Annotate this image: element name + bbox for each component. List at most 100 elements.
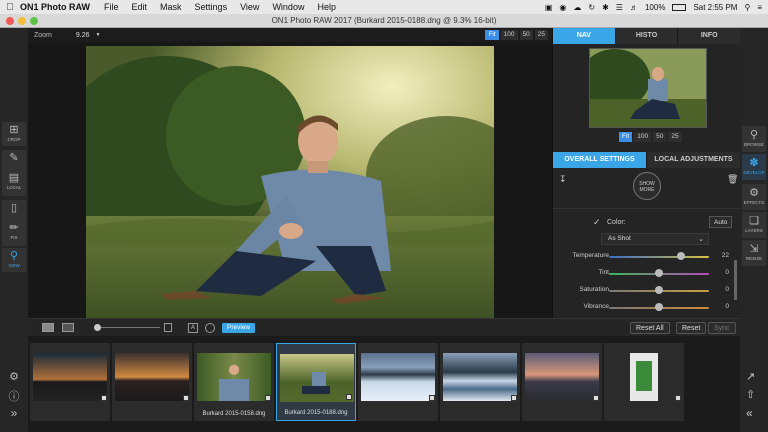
zoom-25-button[interactable]: 25 <box>534 30 548 40</box>
wifi-icon[interactable]: ☰ <box>616 3 623 12</box>
image-canvas[interactable] <box>28 42 552 318</box>
menu-file[interactable]: File <box>104 2 119 12</box>
edited-badge-icon <box>346 394 352 400</box>
zoom-label: Zoom <box>34 31 52 39</box>
module-browse[interactable]: ⚲ BROWSE <box>742 126 766 152</box>
filmstrip-view-icon[interactable] <box>62 323 74 332</box>
tab-info[interactable]: INFO <box>678 28 742 44</box>
tint-knob[interactable] <box>655 269 663 277</box>
filmstrip-thumb[interactable] <box>522 343 602 421</box>
sync-icon[interactable]: ↻ <box>588 3 595 12</box>
single-view-icon[interactable] <box>42 323 54 332</box>
collapse-panel-icon[interactable]: « <box>746 406 753 420</box>
tool-brush[interactable]: ✎ <box>2 152 26 174</box>
auto-a-button[interactable]: A <box>188 323 198 333</box>
filmstrip-thumb[interactable] <box>30 343 110 421</box>
navigator-preview[interactable] <box>589 48 707 128</box>
thumb-caption: Burkard 2015-0158.dng <box>202 411 266 417</box>
zoom-100-button[interactable]: 100 <box>500 30 518 40</box>
panel-scrollbar[interactable] <box>734 260 737 300</box>
white-balance-select[interactable]: As Shot ⌄ <box>601 233 709 245</box>
filmstrip-thumb[interactable] <box>112 343 192 421</box>
menu-list-icon[interactable]: ≡ <box>757 3 762 12</box>
compare-circle-icon[interactable] <box>205 323 215 333</box>
tool-fix[interactable]: ✏ FIX <box>2 222 26 244</box>
clock[interactable]: Sat 2:55 PM <box>693 3 737 12</box>
zoom-window-button[interactable] <box>30 17 38 25</box>
filmstrip-thumb[interactable] <box>358 343 438 421</box>
bluetooth-icon[interactable]: ✱ <box>602 3 609 12</box>
tool-crop[interactable]: ⊞ CROP <box>2 124 26 146</box>
tint-slider[interactable]: Tint 0 <box>553 266 741 280</box>
sync-button[interactable]: Sync <box>708 322 736 334</box>
window-title: ON1 Photo RAW 2017 (Burkard 2015-0188.dn… <box>271 16 497 25</box>
zoom-fit-button[interactable]: Fit <box>485 30 499 40</box>
edited-badge-icon <box>101 395 107 401</box>
temperature-knob[interactable] <box>677 252 685 260</box>
main-photo[interactable] <box>86 46 494 318</box>
search-icon[interactable]: ⚲ <box>744 3 750 12</box>
trash-icon[interactable]: 🗑 <box>727 174 738 185</box>
module-resize[interactable]: ⇲ RESIZE <box>742 240 766 266</box>
apple-icon[interactable]:  <box>0 2 20 13</box>
menu-view[interactable]: View <box>240 2 259 12</box>
nav-50-button[interactable]: 50 <box>653 132 667 142</box>
menu-edit[interactable]: Edit <box>132 2 148 12</box>
divider <box>553 208 741 209</box>
share-icon[interactable]: ⇧ <box>746 388 755 401</box>
menu-mask[interactable]: Mask <box>160 2 182 12</box>
thumbnail-size-slider[interactable] <box>94 327 160 328</box>
minimize-window-button[interactable] <box>18 17 26 25</box>
reset-all-button[interactable]: Reset All <box>630 322 670 334</box>
filmstrip-thumb[interactable] <box>604 343 684 421</box>
battery-icon[interactable] <box>672 3 687 11</box>
camera-icon[interactable]: ▣ <box>545 3 553 12</box>
preview-button[interactable]: Preview <box>222 323 256 333</box>
vibrance-slider[interactable]: Vibrance 0 <box>553 300 741 314</box>
nav-100-button[interactable]: 100 <box>634 132 652 142</box>
cloud-icon[interactable]: ☁ <box>573 3 581 12</box>
vibrance-knob[interactable] <box>655 303 663 311</box>
large-thumb-icon[interactable] <box>164 323 172 332</box>
menu-app-name[interactable]: ON1 Photo RAW <box>20 2 90 12</box>
volume-icon[interactable]: ♬ <box>630 3 638 12</box>
export-icon[interactable]: ↗ <box>746 370 755 383</box>
thumb-image <box>197 353 271 401</box>
close-window-button[interactable] <box>6 17 14 25</box>
thumbnail-size-knob[interactable] <box>94 324 101 331</box>
filmstrip-thumb[interactable] <box>440 343 520 421</box>
zoom-50-button[interactable]: 50 <box>519 30 533 40</box>
saturation-slider[interactable]: Saturation 0 <box>553 283 741 297</box>
eyedropper-icon[interactable]: ✓ <box>593 217 601 228</box>
tool-local[interactable]: ▤ LOCAL <box>2 172 26 194</box>
saturation-knob[interactable] <box>655 286 663 294</box>
chevron-down-icon[interactable]: ▼ <box>96 32 101 38</box>
expand-panel-icon[interactable]: » <box>2 406 26 428</box>
magnifier-icon: ⚲ <box>9 250 19 262</box>
tab-nav[interactable]: NAV <box>553 28 616 44</box>
show-more-button[interactable]: SHOW MORE <box>633 172 661 200</box>
save-preset-icon[interactable]: ↧ <box>559 174 567 185</box>
module-layers[interactable]: ❏ LAYERS <box>742 212 766 238</box>
nav-25-button[interactable]: 25 <box>668 132 682 142</box>
record-icon[interactable]: ◉ <box>559 3 566 12</box>
menu-settings[interactable]: Settings <box>195 2 228 12</box>
module-develop[interactable]: ✽ DEVELOP <box>742 154 766 180</box>
nav-fit-button[interactable]: Fit <box>619 132 633 142</box>
filmstrip-thumb[interactable]: Burkard 2015-0158.dng <box>194 343 274 421</box>
module-effects[interactable]: ⚙ EFFECTS <box>742 184 766 210</box>
tab-histo[interactable]: HISTO <box>615 28 679 44</box>
tool-bandage[interactable]: ▯ <box>2 202 26 224</box>
auto-white-balance-button[interactable]: Auto <box>709 216 733 228</box>
filmstrip-thumb-selected[interactable]: Burkard 2015-0188.dng <box>276 343 356 421</box>
zoom-value[interactable]: 9.26 <box>76 32 90 39</box>
menu-help[interactable]: Help <box>317 2 336 12</box>
temperature-slider[interactable]: Temperature 22 <box>553 249 741 263</box>
edited-badge-icon <box>265 395 271 401</box>
tool-view[interactable]: ⚲ VIEW <box>2 250 26 272</box>
tab-local-adjustments[interactable]: LOCAL ADJUSTMENTS <box>647 152 741 168</box>
menu-window[interactable]: Window <box>272 2 304 12</box>
tab-overall-settings[interactable]: OVERALL SETTINGS <box>553 152 647 168</box>
photo-image <box>86 46 494 318</box>
reset-button[interactable]: Reset <box>676 322 707 334</box>
